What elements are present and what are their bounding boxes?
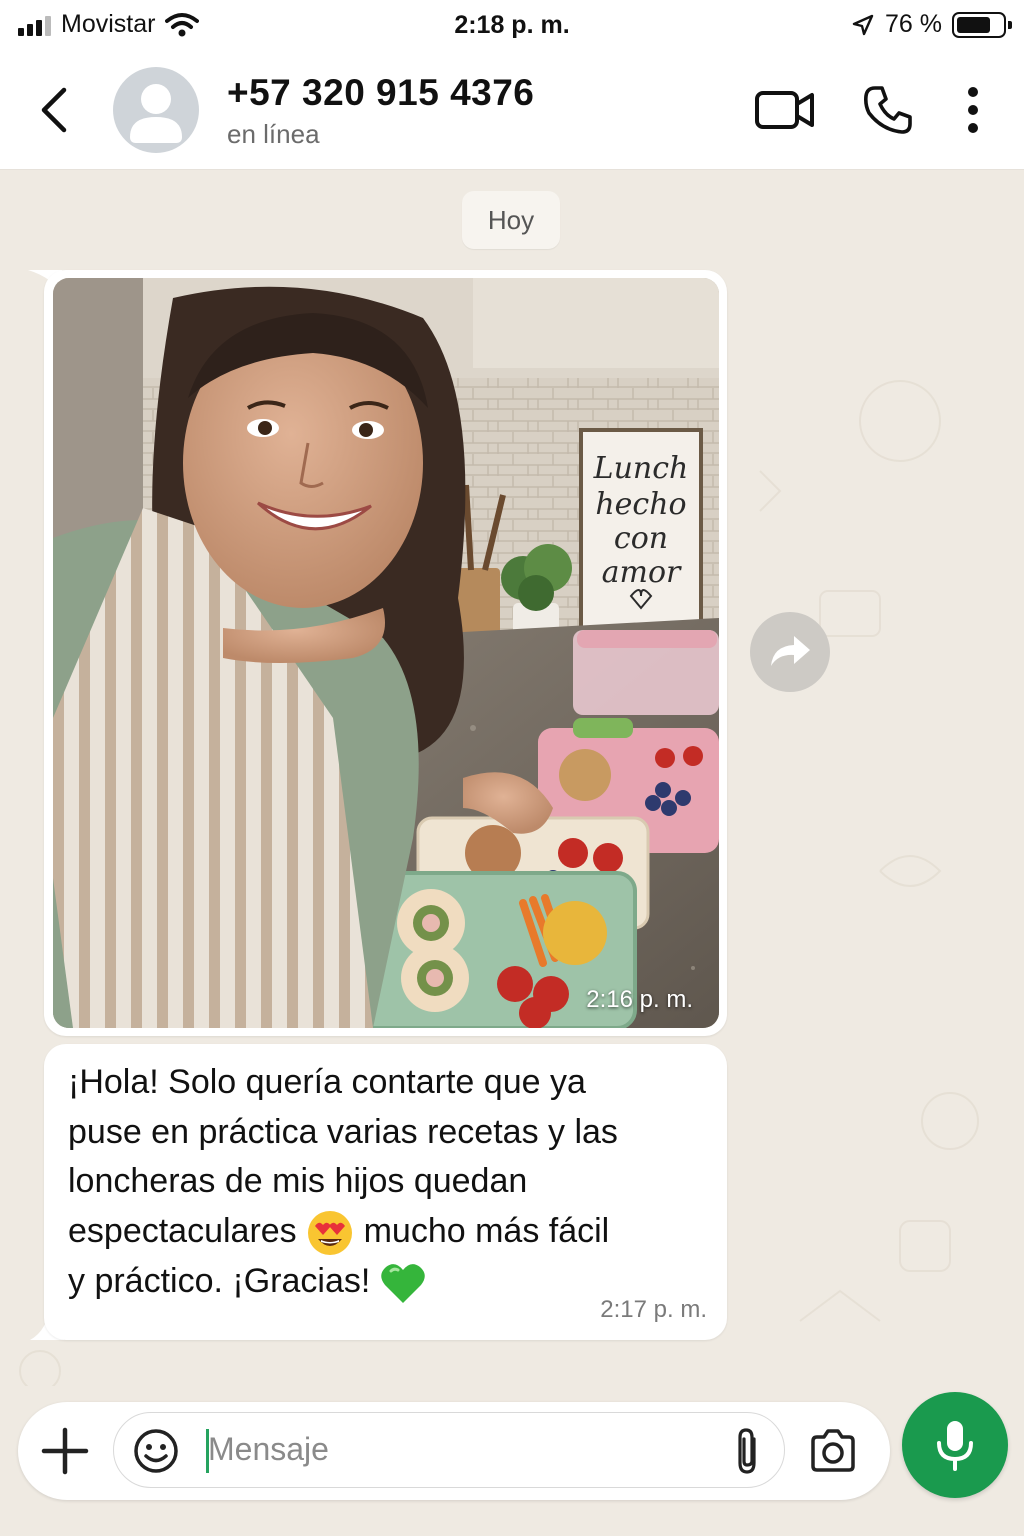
- contact-status: en línea: [227, 119, 320, 149]
- back-button[interactable]: [30, 82, 80, 138]
- attach-file-button[interactable]: [726, 1425, 768, 1477]
- text-message-time: 2:17 p. m.: [600, 1296, 707, 1323]
- back-chevron-icon: [41, 87, 67, 133]
- composer-pill: Mensaje: [18, 1402, 890, 1500]
- heart-eyes-emoji: [308, 1210, 353, 1255]
- chat-area[interactable]: Hoy Lunch hecho con amor 2:16 p. m. ¡Hol…: [0, 171, 1024, 1386]
- battery-percent: 76 %: [885, 10, 942, 38]
- voice-call-button[interactable]: [858, 80, 918, 140]
- forward-icon: [771, 636, 810, 666]
- camera-icon: [811, 1429, 855, 1472]
- default-avatar-icon: [130, 84, 182, 143]
- message-photo[interactable]: Lunch hecho con amor 2:16 p. m.: [53, 278, 719, 1028]
- mic-icon: [937, 1421, 973, 1471]
- attach-plus-button[interactable]: [40, 1426, 90, 1476]
- green-heart-emoji: [381, 1263, 425, 1303]
- location-arrow-icon: [852, 14, 874, 35]
- battery-fill: [957, 16, 991, 33]
- emoji-button[interactable]: [132, 1427, 180, 1475]
- message-line: ¡Hola! Solo quería contarte que ya: [68, 1063, 586, 1101]
- sign-text-line-2: hecho: [595, 487, 686, 522]
- camera-button[interactable]: [808, 1426, 858, 1476]
- message-input-placeholder[interactable]: Mensaje: [208, 1431, 329, 1468]
- message-line: puse en práctica varias recetas y las: [68, 1112, 618, 1151]
- message-line: espectaculares mucho más fácil: [68, 1207, 708, 1257]
- message-line: loncheras de mis hijos quedan: [68, 1162, 528, 1200]
- contact-name[interactable]: +57 320 915 4376: [227, 72, 534, 114]
- video-call-button[interactable]: [752, 80, 818, 140]
- status-bar: Movistar 2:18 p. m. 76 %: [0, 0, 1024, 52]
- image-message-bubble[interactable]: Lunch hecho con amor 2:16 p. m.: [44, 270, 727, 1036]
- more-options-button[interactable]: [954, 80, 992, 140]
- date-chip: Hoy: [462, 191, 560, 249]
- image-message-time: 2:16 p. m.: [586, 986, 693, 1013]
- sign-text-line-4: amor: [602, 555, 682, 590]
- chat-screen: Movistar 2:18 p. m. 76 % +57 320 915 437…: [0, 0, 1024, 1536]
- message-field[interactable]: Mensaje: [113, 1412, 785, 1488]
- forward-button[interactable]: [750, 612, 830, 692]
- kitchen-selfie-image: Lunch hecho con amor: [53, 278, 719, 1028]
- phone-icon: [864, 86, 912, 134]
- message-line-segment: mucho más fácil: [363, 1211, 610, 1250]
- chat-header: +57 320 915 4376 en línea: [0, 52, 1024, 170]
- video-call-icon: [755, 91, 814, 129]
- emoji-icon: [134, 1429, 178, 1473]
- paperclip-icon: [738, 1428, 756, 1474]
- text-message-bubble[interactable]: ¡Hola! Solo quería contarte que ya puse …: [44, 1044, 727, 1340]
- sign-text-line-3: con: [614, 521, 668, 556]
- avatar[interactable]: [113, 67, 199, 153]
- message-line-segment: espectaculares: [68, 1211, 297, 1250]
- message-line-segment: y práctico. ¡Gracias!: [68, 1261, 371, 1300]
- voice-message-button[interactable]: [902, 1392, 1008, 1498]
- more-vert-icon: [968, 87, 978, 133]
- status-right: 76 %: [851, 10, 1012, 39]
- battery-icon: [952, 11, 1012, 38]
- sign-text-line-1: Lunch: [593, 451, 689, 486]
- plus-icon: [41, 1427, 89, 1475]
- message-text: ¡Hola! Solo quería contarte que ya puse …: [68, 1058, 708, 1306]
- composer-bar: Mensaje: [0, 1386, 1024, 1536]
